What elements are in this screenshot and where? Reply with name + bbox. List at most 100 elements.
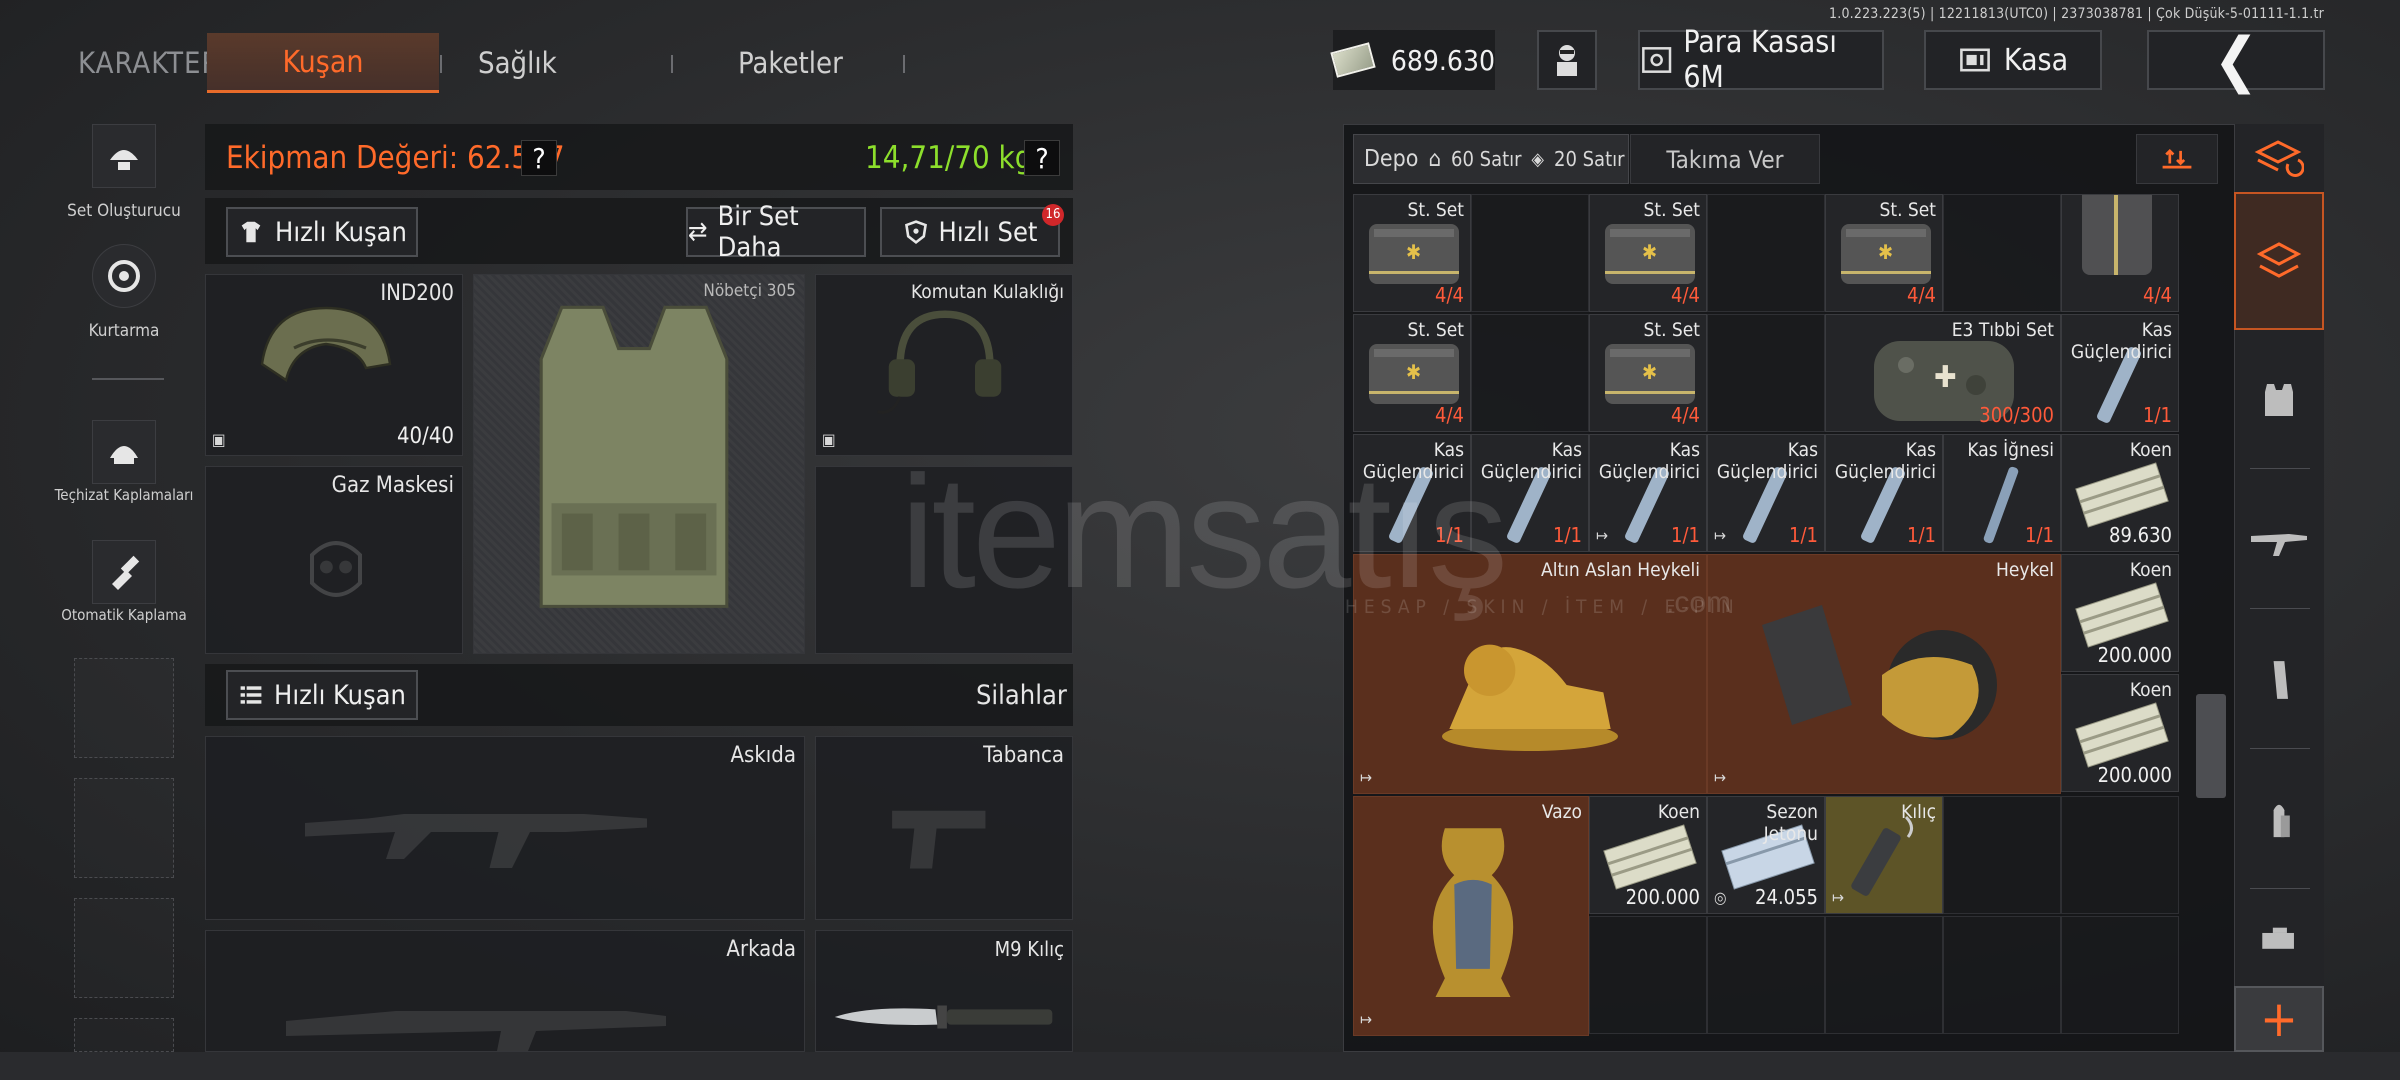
svg-text:✱: ✱ — [1642, 240, 1657, 264]
quick-equip-button[interactable]: Hızlı Kuşan — [226, 207, 418, 257]
tab-karakter[interactable]: KARAKTER — [78, 46, 221, 80]
depo-tab[interactable]: Depo ⌂ 60 Satır ◈ 20 Satır — [1353, 134, 1629, 184]
back-weapon-slot[interactable]: Arkada — [205, 930, 805, 1052]
knife-icon — [834, 1005, 1053, 1029]
empty-sidebar-slot[interactable] — [74, 658, 174, 758]
vault-button[interactable]: Para Kasası 6M — [1638, 25, 1884, 95]
empty-cell[interactable] — [1471, 314, 1589, 432]
empty-cell[interactable] — [1943, 194, 2061, 312]
recovery-button[interactable] — [92, 244, 156, 308]
gas-mask-slot[interactable]: Gaz Maskesi — [205, 466, 463, 654]
empty-cell[interactable] — [2061, 796, 2179, 914]
gear-skins-button[interactable] — [92, 420, 156, 484]
empty-cell[interactable] — [1943, 796, 2061, 914]
money-amount: 689.630 — [1390, 43, 1495, 77]
tab-divider — [671, 55, 673, 73]
inventory-item-statue[interactable]: Heykel ↦ — [1707, 554, 2061, 794]
vest-icon — [2265, 384, 2293, 416]
swap-icon: ⇄ — [688, 217, 708, 247]
inventory-scrollbar[interactable] — [2196, 694, 2226, 798]
export-icon: ↦ — [1596, 526, 1609, 545]
inventory-item-st-set[interactable]: ✱ St. Set 4/4 — [1353, 314, 1471, 432]
set-builder-button[interactable] — [92, 124, 156, 188]
back-label: Arkada — [726, 937, 796, 962]
empty-cell[interactable] — [1589, 916, 1707, 1034]
inventory-item-st-set[interactable]: ✱ St. Set 4/4 — [1589, 314, 1707, 432]
weight-help-button[interactable]: ? — [1024, 140, 1060, 176]
category-ammo-button[interactable] — [2234, 760, 2324, 880]
empty-cell[interactable] — [2061, 916, 2179, 1034]
tab-saglik[interactable]: Sağlık — [478, 46, 557, 80]
empty-cell[interactable] — [1471, 194, 1589, 312]
weight-value: 14,71/70 kg — [865, 140, 1033, 176]
empty-cell[interactable] — [1707, 314, 1825, 432]
empty-cell[interactable] — [1943, 916, 2061, 1034]
add-button[interactable]: + — [2234, 986, 2324, 1052]
weapons-quick-equip-label: Hızlı Kuşan — [274, 679, 406, 711]
inventory-item-season-token[interactable]: Sezon Jetonu 24.055 ◎ — [1707, 796, 1825, 914]
auto-skin-button[interactable] — [92, 540, 156, 604]
primary-weapon-slot[interactable]: Askıda — [205, 736, 805, 920]
version-text: 1.0.223.223(5) | 12211813(UTC0) | 237303… — [1829, 6, 2324, 22]
inventory-item-st-set[interactable]: ✱ St. Set 4/4 — [1589, 194, 1707, 312]
inventory-item-koen[interactable]: Koen 89.630 — [2061, 434, 2179, 552]
character-button[interactable] — [1537, 30, 1597, 90]
category-refresh-button[interactable] — [2234, 124, 2324, 192]
inventory-item-st-set[interactable]: ✱ St. Set 4/4 — [1825, 194, 1943, 312]
inventory-item-bag[interactable]: 4/4 — [2061, 194, 2179, 312]
melee-slot[interactable]: M9 Kılıç — [815, 930, 1073, 1052]
headset-slot[interactable]: Komutan Kulaklığı ▣ — [815, 274, 1073, 456]
inventory-item-koen[interactable]: Koen 200.000 — [2061, 554, 2179, 672]
sidebar-divider — [2250, 608, 2310, 609]
empty-cell[interactable] — [1707, 916, 1825, 1034]
weapons-quick-equip-button[interactable]: Hızlı Kuşan — [226, 670, 418, 720]
money-icon — [1330, 42, 1376, 78]
inventory-item-st-set[interactable]: ✱ St. Set 4/4 — [1353, 194, 1471, 312]
inventory-item-medical-set[interactable]: ✚ E3 Tıbbi Set 300/300 — [1825, 314, 2061, 432]
quick-equip-label: Hızlı Kuşan — [275, 216, 407, 248]
back-button[interactable]: ❮ — [2147, 30, 2325, 90]
helmet-slot[interactable]: IND200 40/40 ▣ — [205, 274, 463, 456]
inventory-item-sword[interactable]: Kılıç ↦ — [1825, 796, 1943, 914]
inventory-item-vase[interactable]: Vazo ↦ — [1353, 796, 1589, 1036]
empty-cell[interactable] — [1825, 916, 1943, 1034]
inventory-item-muscle-booster[interactable]: Kas Güçlendirici 1/1 — [1825, 434, 1943, 552]
kasa-button[interactable]: Kasa — [1924, 30, 2102, 90]
category-weapons-button[interactable] — [2234, 480, 2324, 600]
inventory-item-muscle-booster[interactable]: Kas Güçlendirici 1/1 ↦ — [1707, 434, 1825, 552]
category-armor-button[interactable] — [2234, 340, 2324, 460]
another-set-button[interactable]: ⇄ Bir Set Daha — [686, 201, 866, 263]
item-name: E3 Tıbbi Set — [1951, 319, 2054, 341]
pistol-slot[interactable]: Tabanca — [815, 736, 1073, 920]
inventory-item-muscle-booster[interactable]: Kas Güçlendirici 1/1 — [2061, 314, 2179, 432]
quick-set-button[interactable]: Hızlı Set — [880, 207, 1060, 257]
money-display: 689.630 — [1330, 30, 1495, 90]
inventory-item-muscle-needle[interactable]: Kas İğnesi 1/1 — [1943, 434, 2061, 552]
equipment-help-button[interactable]: ? — [521, 140, 557, 176]
takima-ver-tab[interactable]: Takıma Ver — [1630, 134, 1820, 184]
inventory-item-muscle-booster[interactable]: Kas Güçlendirici 1/1 ↦ — [1589, 434, 1707, 552]
empty-sidebar-slot[interactable] — [74, 1018, 174, 1052]
box-icon: ▣ — [822, 430, 836, 449]
empty-sidebar-slot[interactable] — [74, 898, 174, 998]
category-attachments-button[interactable] — [2234, 900, 2324, 980]
vest-slot[interactable]: Nöbetçi 305 — [473, 274, 805, 654]
stack-icon — [2256, 242, 2302, 278]
list-icon — [240, 686, 262, 704]
inventory-item-koen[interactable]: Koen 200.000 — [2061, 674, 2179, 792]
category-magazine-button[interactable] — [2234, 620, 2324, 740]
empty-cell[interactable] — [1707, 194, 1825, 312]
box-icon: ▣ — [212, 430, 226, 449]
inventory-item-koen[interactable]: Koen 200.000 — [1589, 796, 1707, 914]
empty-sidebar-slot[interactable] — [74, 778, 174, 878]
rifle-icon — [2251, 534, 2307, 556]
tab-kusan[interactable]: Kuşan — [207, 33, 439, 93]
rifle-icon — [305, 814, 647, 868]
tab-paketler[interactable]: Paketler — [738, 46, 843, 80]
gear-skins-label: Teçhizat Kaplamaları — [54, 486, 194, 504]
sort-button[interactable] — [2136, 134, 2218, 184]
item-name: Sezon Jetonu — [1763, 801, 1818, 845]
category-all-button[interactable] — [2234, 192, 2324, 330]
back-arrow-icon: ❮ — [2213, 25, 2259, 95]
gas-mask-icon — [310, 541, 362, 597]
